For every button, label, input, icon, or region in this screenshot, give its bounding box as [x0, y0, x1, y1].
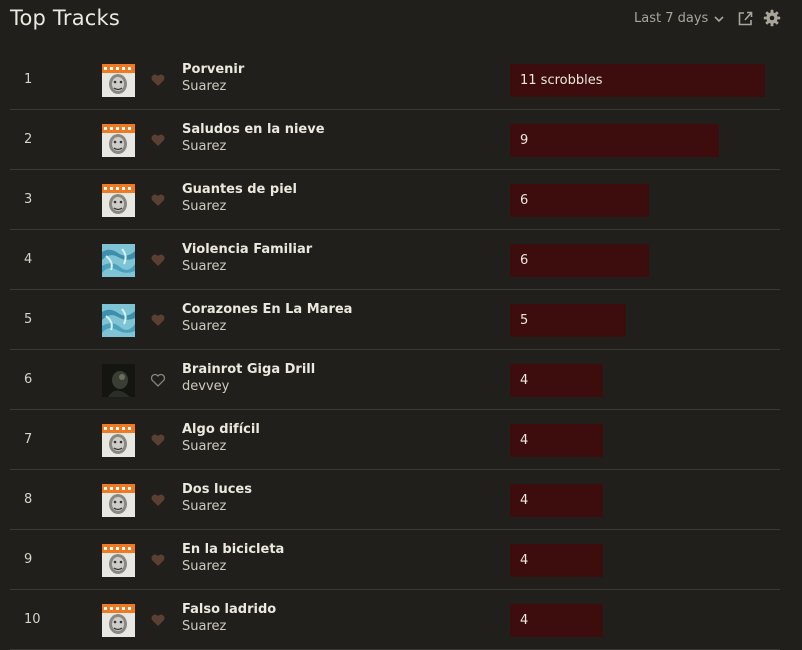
track-row[interactable]: 10 Falso ladrido Suarez 4 — [10, 590, 780, 650]
period-label: Last 7 days — [634, 11, 709, 26]
album-cover-image[interactable] — [102, 304, 135, 337]
scrobble-count-label: 6 — [520, 253, 529, 268]
heart-filled-icon[interactable] — [150, 72, 166, 86]
heart-filled-icon[interactable] — [150, 132, 166, 146]
scrobble-count-label: 4 — [520, 373, 529, 388]
scrobble-count-label: 4 — [520, 433, 529, 448]
track-rank: 9 — [24, 552, 33, 567]
share-icon[interactable] — [737, 10, 754, 27]
period-dropdown[interactable]: Last 7 days — [634, 11, 725, 26]
track-row[interactable]: 6 Brainrot Giga Drill devvey 4 — [10, 350, 780, 410]
track-row[interactable]: 9 En la bicicleta Suarez 4 — [10, 530, 780, 590]
artist-name-link[interactable]: Suarez — [182, 319, 226, 334]
heart-filled-icon[interactable] — [150, 492, 166, 506]
heart-filled-icon[interactable] — [150, 252, 166, 266]
scrobble-count-bar[interactable]: 4 — [510, 364, 603, 397]
track-row[interactable]: 1 Porvenir Suarez 11 scrobbles — [10, 50, 780, 110]
track-rank: 2 — [24, 132, 33, 147]
scrobble-count-bar[interactable]: 4 — [510, 424, 603, 457]
heart-filled-icon[interactable] — [150, 552, 166, 566]
album-cover-image[interactable] — [102, 124, 135, 157]
track-name-link[interactable]: Porvenir — [182, 62, 244, 77]
gear-icon[interactable] — [763, 9, 781, 27]
track-row[interactable]: 5 Corazones En La Marea Suarez 5 — [10, 290, 780, 350]
album-cover-image[interactable] — [102, 544, 135, 577]
heart-filled-icon[interactable] — [150, 192, 166, 206]
track-rank: 8 — [24, 492, 33, 507]
track-name-link[interactable]: Falso ladrido — [182, 602, 276, 617]
album-cover-image[interactable] — [102, 244, 135, 277]
scrobble-count-bar[interactable]: 5 — [510, 304, 626, 337]
track-row[interactable]: 8 Dos luces Suarez 4 — [10, 470, 780, 530]
chevron-down-icon — [714, 15, 724, 22]
track-list: 1 Porvenir Suarez 11 scrobbles 2 Saludos en l… — [10, 50, 780, 650]
artist-name-link[interactable]: Suarez — [182, 139, 226, 154]
artist-name-link[interactable]: Suarez — [182, 559, 226, 574]
heart-filled-icon[interactable] — [150, 432, 166, 446]
album-cover-image[interactable] — [102, 64, 135, 97]
scrobble-count-bar[interactable]: 11 scrobbles — [510, 64, 765, 97]
scrobble-count-label: 4 — [520, 613, 529, 628]
track-rank: 6 — [24, 372, 33, 387]
album-cover-image[interactable] — [102, 364, 135, 397]
artist-name-link[interactable]: Suarez — [182, 259, 226, 274]
heart-outline-icon[interactable] — [150, 372, 166, 387]
album-cover-image[interactable] — [102, 484, 135, 517]
track-name-link[interactable]: Brainrot Giga Drill — [182, 362, 315, 377]
page-title: Top Tracks — [10, 6, 121, 30]
scrobble-count-bar[interactable]: 6 — [510, 184, 649, 217]
top-tracks-header: Top Tracks Last 7 days — [0, 0, 802, 40]
scrobble-count-bar[interactable]: 4 — [510, 544, 603, 577]
track-rank: 4 — [24, 252, 33, 267]
track-name-link[interactable]: Algo difícil — [182, 422, 260, 437]
scrobble-count-label: 5 — [520, 313, 529, 328]
track-name-link[interactable]: En la bicicleta — [182, 542, 284, 557]
artist-name-link[interactable]: Suarez — [182, 199, 226, 214]
track-row[interactable]: 2 Saludos en la nieve Suarez 9 — [10, 110, 780, 170]
scrobble-count-label: 4 — [520, 553, 529, 568]
track-name-link[interactable]: Corazones En La Marea — [182, 302, 352, 317]
album-cover-image[interactable] — [102, 604, 135, 637]
artist-name-link[interactable]: Suarez — [182, 499, 226, 514]
album-cover-image[interactable] — [102, 424, 135, 457]
track-rank: 1 — [24, 72, 33, 87]
heart-filled-icon[interactable] — [150, 612, 166, 626]
scrobble-count-bar[interactable]: 4 — [510, 484, 603, 517]
scrobble-count-label: 6 — [520, 193, 529, 208]
track-name-link[interactable]: Saludos en la nieve — [182, 122, 325, 137]
scrobble-count-bar[interactable]: 4 — [510, 604, 603, 637]
track-name-link[interactable]: Violencia Familiar — [182, 242, 312, 257]
track-rank: 5 — [24, 312, 33, 327]
heart-filled-icon[interactable] — [150, 312, 166, 326]
artist-name-link[interactable]: devvey — [182, 379, 229, 394]
scrobble-count-bar[interactable]: 9 — [510, 124, 719, 157]
track-row[interactable]: 7 Algo difícil Suarez 4 — [10, 410, 780, 470]
track-name-link[interactable]: Dos luces — [182, 482, 252, 497]
track-rank: 7 — [24, 432, 33, 447]
artist-name-link[interactable]: Suarez — [182, 439, 226, 454]
track-name-link[interactable]: Guantes de piel — [182, 182, 297, 197]
album-cover-image[interactable] — [102, 184, 135, 217]
scrobble-count-label: 9 — [520, 133, 529, 148]
scrobble-count-bar[interactable]: 6 — [510, 244, 649, 277]
artist-name-link[interactable]: Suarez — [182, 79, 226, 94]
track-rank: 3 — [24, 192, 33, 207]
scrobble-count-label: 4 — [520, 493, 529, 508]
scrobble-count-label: 11 scrobbles — [520, 73, 603, 88]
track-rank: 10 — [24, 612, 41, 627]
track-row[interactable]: 4 Violencia Familiar Suarez 6 — [10, 230, 780, 290]
track-row[interactable]: 3 Guantes de piel Suarez 6 — [10, 170, 780, 230]
